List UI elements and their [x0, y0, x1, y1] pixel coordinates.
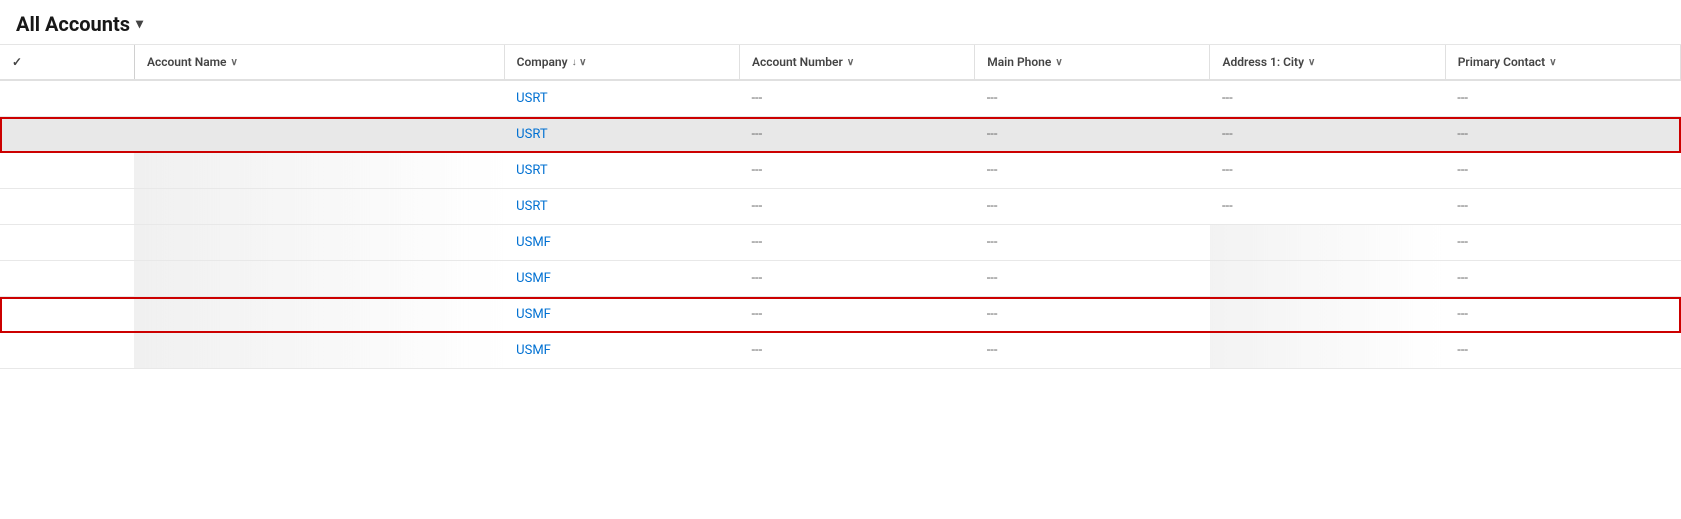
- cell-primary-contact: ---: [1445, 261, 1680, 297]
- cell-address-city: [1210, 225, 1445, 261]
- table-row[interactable]: USRT------------: [0, 80, 1681, 117]
- col-account-number[interactable]: Account Number ∨: [739, 45, 974, 80]
- cell-account-name[interactable]: [134, 189, 504, 225]
- company-link[interactable]: USRT: [516, 199, 547, 214]
- cell-address-city: ---: [1210, 189, 1445, 225]
- cell-check[interactable]: [0, 80, 134, 117]
- cell-account-name[interactable]: [134, 80, 504, 117]
- company-link[interactable]: USMF: [516, 343, 551, 358]
- cell-address-city: [1210, 333, 1445, 369]
- cell-company: USMF: [504, 297, 739, 333]
- cell-primary-contact: ---: [1445, 225, 1680, 261]
- cell-account-name[interactable]: [134, 297, 504, 333]
- cell-company: USMF: [504, 225, 739, 261]
- cell-account-number: ---: [739, 297, 974, 333]
- table-row[interactable]: USMF---------: [0, 225, 1681, 261]
- page-title[interactable]: All Accounts ▾: [16, 12, 143, 36]
- col-address-city[interactable]: Address 1: City ∨: [1210, 45, 1445, 80]
- cell-check[interactable]: [0, 333, 134, 369]
- cell-account-number: ---: [739, 189, 974, 225]
- company-link[interactable]: USRT: [516, 127, 547, 142]
- col-company[interactable]: Company ↓ ∨: [504, 45, 739, 80]
- cell-account-number: ---: [739, 333, 974, 369]
- cell-primary-contact: ---: [1445, 117, 1680, 153]
- cell-main-phone: ---: [975, 333, 1210, 369]
- company-link[interactable]: USRT: [516, 163, 547, 178]
- cell-main-phone: ---: [975, 225, 1210, 261]
- cell-main-phone: ---: [975, 117, 1210, 153]
- cell-company: USRT: [504, 117, 739, 153]
- cell-check[interactable]: [0, 261, 134, 297]
- cell-check[interactable]: [0, 189, 134, 225]
- cell-primary-contact: ---: [1445, 80, 1680, 117]
- cell-check[interactable]: [0, 153, 134, 189]
- table-row[interactable]: USMF---------: [0, 261, 1681, 297]
- cell-company: USRT: [504, 153, 739, 189]
- col-check[interactable]: ✓: [0, 45, 134, 80]
- company-link[interactable]: USMF: [516, 271, 551, 286]
- cell-main-phone: ---: [975, 153, 1210, 189]
- table-row[interactable]: USMF---------: [0, 333, 1681, 369]
- company-link[interactable]: USMF: [516, 235, 551, 250]
- cell-address-city: ---: [1210, 117, 1445, 153]
- chevron-down-icon[interactable]: ▾: [136, 16, 143, 32]
- sort-icon-account-name: ∨: [231, 57, 238, 68]
- table-row[interactable]: USRT------------: [0, 189, 1681, 225]
- table-row[interactable]: USRT------------: [0, 153, 1681, 189]
- cell-address-city: ---: [1210, 153, 1445, 189]
- cell-account-number: ---: [739, 153, 974, 189]
- cell-primary-contact: ---: [1445, 297, 1680, 333]
- table-container: ✓ Account Name ∨ Company ↓ ∨: [0, 45, 1681, 369]
- cell-check[interactable]: [0, 297, 134, 333]
- table-row[interactable]: USMF---------: [0, 297, 1681, 333]
- col-account-name[interactable]: Account Name ∨: [134, 45, 504, 80]
- cell-account-name[interactable]: [134, 117, 504, 153]
- cell-company: USRT: [504, 189, 739, 225]
- cell-account-number: ---: [739, 225, 974, 261]
- cell-account-name[interactable]: [134, 333, 504, 369]
- cell-address-city: [1210, 261, 1445, 297]
- cell-check[interactable]: [0, 117, 134, 153]
- cell-main-phone: ---: [975, 261, 1210, 297]
- page-header: All Accounts ▾: [0, 0, 1681, 45]
- cell-account-name[interactable]: [134, 261, 504, 297]
- cell-account-number: ---: [739, 117, 974, 153]
- cell-main-phone: ---: [975, 80, 1210, 117]
- cell-primary-contact: ---: [1445, 333, 1680, 369]
- cell-address-city: ---: [1210, 80, 1445, 117]
- cell-primary-contact: ---: [1445, 189, 1680, 225]
- cell-check[interactable]: [0, 225, 134, 261]
- sort-icon-account-number: ∨: [847, 57, 854, 68]
- cell-account-number: ---: [739, 261, 974, 297]
- cell-account-name[interactable]: [134, 225, 504, 261]
- sort-icon-address-city: ∨: [1308, 57, 1315, 68]
- cell-main-phone: ---: [975, 189, 1210, 225]
- check-icon: ✓: [12, 55, 22, 69]
- cell-company: USMF: [504, 261, 739, 297]
- company-link[interactable]: USRT: [516, 91, 547, 106]
- cell-address-city: [1210, 297, 1445, 333]
- company-link[interactable]: USMF: [516, 307, 551, 322]
- cell-main-phone: ---: [975, 297, 1210, 333]
- cell-company: USMF: [504, 333, 739, 369]
- cell-account-number: ---: [739, 80, 974, 117]
- sort-icon-company: ↓ ∨: [572, 57, 587, 68]
- sort-icon-main-phone: ∨: [1055, 57, 1062, 68]
- table-row[interactable]: USRT------------: [0, 117, 1681, 153]
- cell-account-name[interactable]: [134, 153, 504, 189]
- accounts-table: ✓ Account Name ∨ Company ↓ ∨: [0, 45, 1681, 369]
- cell-company: USRT: [504, 80, 739, 117]
- col-primary-contact[interactable]: Primary Contact ∨: [1445, 45, 1680, 80]
- cell-primary-contact: ---: [1445, 153, 1680, 189]
- table-header-row: ✓ Account Name ∨ Company ↓ ∨: [0, 45, 1681, 80]
- col-main-phone[interactable]: Main Phone ∨: [975, 45, 1210, 80]
- sort-icon-primary-contact: ∨: [1549, 57, 1556, 68]
